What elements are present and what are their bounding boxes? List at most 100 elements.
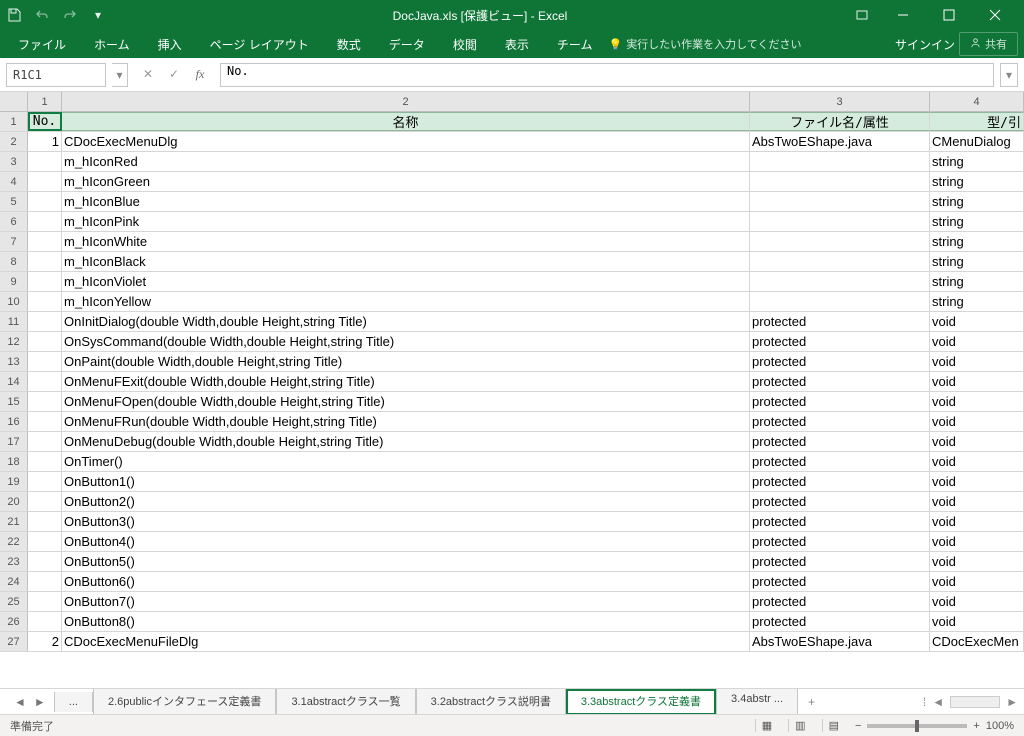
cell[interactable]: CDocExecMen: [930, 632, 1024, 651]
cell[interactable]: [28, 472, 62, 491]
sheet-tab[interactable]: 3.4abstr ...: [716, 689, 798, 715]
new-sheet-button[interactable]: +: [798, 695, 825, 709]
sheet-nav-prev-icon[interactable]: ◄: [14, 695, 26, 709]
row-header[interactable]: 5: [0, 192, 28, 211]
tab-file[interactable]: ファイル: [6, 32, 78, 57]
cell[interactable]: protected: [750, 392, 930, 411]
cell[interactable]: 2: [28, 632, 62, 651]
cell[interactable]: [750, 192, 930, 211]
sheet-tab[interactable]: 2.6publicインタフェース定義書: [93, 689, 276, 715]
row-header[interactable]: 2: [0, 132, 28, 151]
cell[interactable]: void: [930, 512, 1024, 531]
view-pagebreak-icon[interactable]: ▤: [822, 719, 845, 732]
cell[interactable]: [28, 272, 62, 291]
cell[interactable]: void: [930, 352, 1024, 371]
cell[interactable]: protected: [750, 592, 930, 611]
cell[interactable]: void: [930, 452, 1024, 471]
cell[interactable]: m_hIconBlue: [62, 192, 750, 211]
tell-me[interactable]: 💡 実行したい作業を入力してください: [608, 36, 801, 52]
cell[interactable]: [28, 372, 62, 391]
name-box-dropdown-icon[interactable]: ▾: [112, 63, 128, 87]
formula-input[interactable]: No.: [220, 63, 994, 87]
maximize-button[interactable]: [926, 0, 972, 30]
row-header[interactable]: 4: [0, 172, 28, 191]
cell[interactable]: CMenuDialog: [930, 132, 1024, 151]
column-header[interactable]: 2: [62, 92, 750, 111]
cell[interactable]: string: [930, 232, 1024, 251]
cell[interactable]: protected: [750, 612, 930, 631]
cell[interactable]: protected: [750, 532, 930, 551]
cell[interactable]: void: [930, 312, 1024, 331]
tab-team[interactable]: チーム: [545, 32, 605, 57]
select-all-corner[interactable]: [0, 92, 28, 111]
cell[interactable]: protected: [750, 472, 930, 491]
cell[interactable]: [28, 392, 62, 411]
redo-icon[interactable]: [62, 7, 78, 23]
row-header[interactable]: 16: [0, 412, 28, 431]
row-header[interactable]: 13: [0, 352, 28, 371]
row-header[interactable]: 1: [0, 112, 28, 131]
cell[interactable]: OnButton3(): [62, 512, 750, 531]
cell[interactable]: [28, 552, 62, 571]
cell[interactable]: [28, 412, 62, 431]
zoom-slider[interactable]: [867, 724, 967, 728]
cell[interactable]: string: [930, 152, 1024, 171]
cell[interactable]: [28, 512, 62, 531]
sheet-tab-ellipsis[interactable]: ...: [54, 692, 93, 712]
cell[interactable]: string: [930, 272, 1024, 291]
row-header[interactable]: 3: [0, 152, 28, 171]
cell[interactable]: string: [930, 252, 1024, 271]
cell[interactable]: OnButton5(): [62, 552, 750, 571]
sheet-tab[interactable]: 3.2abstractクラス説明書: [416, 689, 566, 715]
cell[interactable]: m_hIconGreen: [62, 172, 750, 191]
row-header[interactable]: 10: [0, 292, 28, 311]
cell[interactable]: [28, 532, 62, 551]
cell[interactable]: [750, 212, 930, 231]
cell[interactable]: [750, 152, 930, 171]
cell[interactable]: OnButton7(): [62, 592, 750, 611]
cell[interactable]: No.: [28, 112, 62, 131]
cell[interactable]: m_hIconViolet: [62, 272, 750, 291]
cell[interactable]: void: [930, 552, 1024, 571]
cell[interactable]: OnMenuFOpen(double Width,double Height,s…: [62, 392, 750, 411]
close-button[interactable]: [972, 0, 1018, 30]
row-header[interactable]: 8: [0, 252, 28, 271]
cell[interactable]: void: [930, 372, 1024, 391]
expand-formula-icon[interactable]: ▾: [1000, 63, 1018, 87]
cell[interactable]: OnButton6(): [62, 572, 750, 591]
cell[interactable]: [750, 272, 930, 291]
cell[interactable]: [28, 192, 62, 211]
row-header[interactable]: 14: [0, 372, 28, 391]
cell[interactable]: 型/引: [930, 112, 1024, 131]
cell[interactable]: m_hIconRed: [62, 152, 750, 171]
hscroll-left-icon[interactable]: ◄: [932, 695, 944, 709]
row-header[interactable]: 11: [0, 312, 28, 331]
cell[interactable]: void: [930, 612, 1024, 631]
cell[interactable]: OnButton1(): [62, 472, 750, 491]
cell[interactable]: m_hIconBlack: [62, 252, 750, 271]
cell[interactable]: string: [930, 292, 1024, 311]
cell[interactable]: CDocExecMenuDlg: [62, 132, 750, 151]
enter-icon[interactable]: ✓: [166, 67, 182, 82]
cell[interactable]: protected: [750, 372, 930, 391]
cell[interactable]: [28, 492, 62, 511]
column-header[interactable]: 3: [750, 92, 930, 111]
cell[interactable]: void: [930, 532, 1024, 551]
fx-icon[interactable]: fx: [192, 67, 208, 82]
cell[interactable]: void: [930, 432, 1024, 451]
cell[interactable]: protected: [750, 552, 930, 571]
cell[interactable]: AbsTwoEShape.java: [750, 132, 930, 151]
cell[interactable]: [750, 292, 930, 311]
cell[interactable]: [28, 352, 62, 371]
cell[interactable]: [28, 172, 62, 191]
cell[interactable]: m_hIconWhite: [62, 232, 750, 251]
cell[interactable]: OnInitDialog(double Width,double Height,…: [62, 312, 750, 331]
cell[interactable]: 名称: [62, 112, 750, 131]
row-header[interactable]: 19: [0, 472, 28, 491]
view-pagelayout-icon[interactable]: ▥: [788, 719, 811, 732]
cell[interactable]: [28, 452, 62, 471]
cell[interactable]: OnButton8(): [62, 612, 750, 631]
row-header[interactable]: 23: [0, 552, 28, 571]
row-header[interactable]: 17: [0, 432, 28, 451]
cell[interactable]: string: [930, 192, 1024, 211]
